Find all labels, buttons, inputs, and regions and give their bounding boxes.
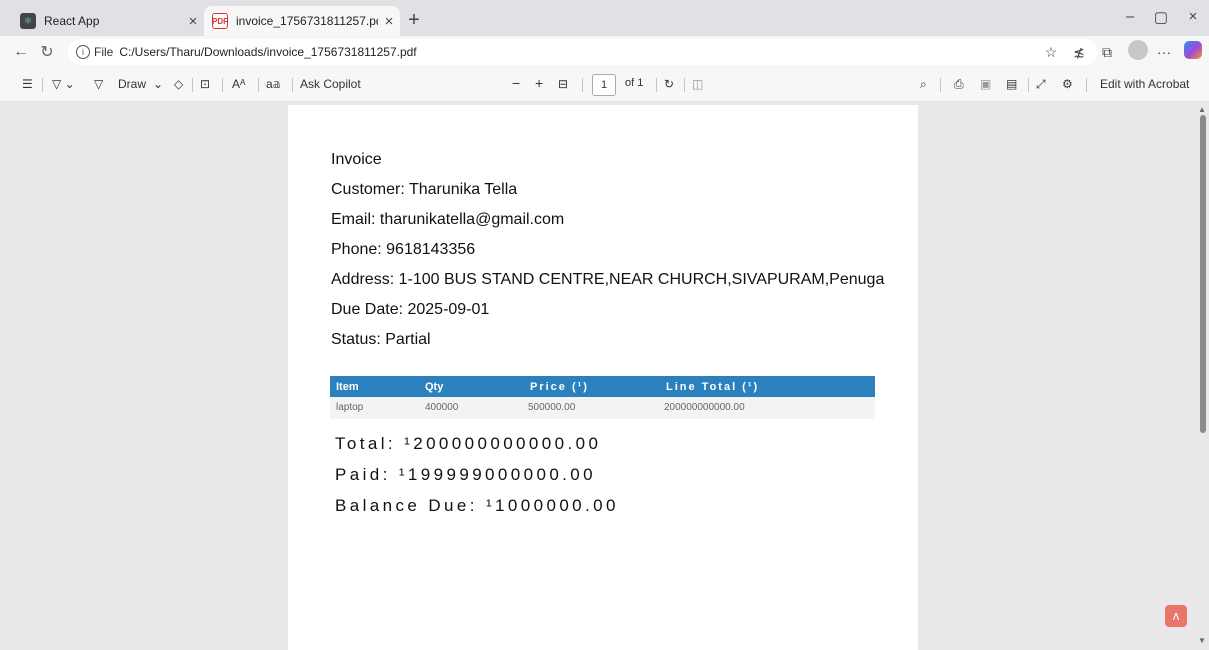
text-box-icon[interactable]: ⊡ bbox=[200, 77, 210, 91]
header-qty: Qty bbox=[425, 381, 444, 393]
maximize-button[interactable]: ▢ bbox=[1146, 8, 1176, 26]
ask-copilot-button[interactable]: Ask Copilot bbox=[300, 77, 361, 91]
scroll-thumb[interactable] bbox=[1200, 115, 1206, 433]
print-icon[interactable]: ⎙ bbox=[954, 77, 964, 92]
copilot-icon[interactable] bbox=[1184, 41, 1202, 59]
cell-item: laptop bbox=[336, 402, 364, 413]
contents-icon[interactable]: ☰ bbox=[22, 77, 33, 91]
favorites-icon[interactable]: ≴ bbox=[1068, 44, 1090, 61]
page-total: of 1 bbox=[625, 77, 644, 89]
scrollbar[interactable]: ▲ ▼ bbox=[1196, 103, 1209, 646]
file-label: File bbox=[94, 45, 114, 59]
cell-line-total: 200000000000.00 bbox=[664, 402, 745, 413]
pdf-toolbar: ☰ ▽ ⌄ ▽ Draw ⌄ ◇ ⊡ Aᴬ a𝕒 Ask Copilot − +… bbox=[0, 68, 1209, 102]
new-tab-button[interactable]: + bbox=[402, 9, 426, 33]
url-text: C:/Users/Tharu/Downloads/invoice_1756731… bbox=[119, 45, 417, 59]
zoom-in-button[interactable]: + bbox=[535, 75, 543, 91]
draw-icon[interactable]: ▽ bbox=[94, 77, 103, 91]
text-size-icon[interactable]: Aᴬ bbox=[232, 77, 245, 91]
close-tab-icon[interactable]: × bbox=[378, 13, 400, 30]
customer-line: Customer: Tharunika Tella bbox=[331, 181, 518, 198]
fit-page-icon[interactable]: ⊟ bbox=[558, 77, 568, 91]
star-icon[interactable]: ☆ bbox=[1040, 44, 1062, 61]
pdf-viewer[interactable]: Invoice Customer: Tharunika Tella Email:… bbox=[0, 103, 1209, 650]
header-item: Item bbox=[336, 381, 359, 393]
settings-icon[interactable]: ⚙ bbox=[1062, 77, 1073, 91]
back-icon[interactable]: ← bbox=[8, 43, 34, 61]
collections-icon[interactable]: ⧉ bbox=[1096, 44, 1118, 61]
rotate-icon[interactable]: ↻ bbox=[664, 77, 674, 91]
edit-with-acrobat-button[interactable]: Edit with Acrobat bbox=[1100, 77, 1189, 91]
cell-qty: 400000 bbox=[425, 402, 459, 413]
url-field[interactable]: i File C:/Users/Tharu/Downloads/invoice_… bbox=[68, 39, 1098, 65]
react-icon: ⚛ bbox=[20, 13, 36, 29]
save-icon[interactable]: ▣ bbox=[980, 77, 991, 91]
scroll-down-icon[interactable]: ▼ bbox=[1198, 636, 1206, 645]
header-price: Price (¹) bbox=[530, 381, 589, 393]
phone-line: Phone: 9618143356 bbox=[331, 241, 476, 258]
tab-invoice-pdf[interactable]: PDF invoice_1756731811257.pdf × bbox=[204, 6, 400, 36]
header-line-total: Line Total (¹) bbox=[666, 381, 760, 393]
pdf-page: Invoice Customer: Tharunika Tella Email:… bbox=[288, 105, 918, 650]
tab-react-app[interactable]: ⚛ React App × bbox=[8, 6, 204, 36]
total-line: Total: ¹200000000000.00 bbox=[335, 434, 602, 453]
email-line: Email: tharunikatella@gmail.com bbox=[331, 211, 565, 228]
due-date-line: Due Date: 2025-09-01 bbox=[331, 301, 490, 318]
page-view-icon[interactable]: ◫ bbox=[692, 77, 703, 91]
tab-title: invoice_1756731811257.pdf bbox=[236, 14, 378, 28]
address-line: Address: 1-100 BUS STAND CENTRE,NEAR CHU… bbox=[331, 271, 885, 288]
search-icon[interactable]: ⌕ bbox=[920, 77, 927, 92]
tab-title: React App bbox=[44, 14, 100, 28]
balance-line: Balance Due: ¹1000000.00 bbox=[335, 496, 619, 515]
scroll-up-icon[interactable]: ▲ bbox=[1198, 105, 1206, 114]
more-icon[interactable]: ··· bbox=[1153, 44, 1175, 60]
address-bar: ← ↻ i File C:/Users/Tharu/Downloads/invo… bbox=[0, 36, 1209, 68]
highlight-icon[interactable]: ▽ ⌄ bbox=[52, 77, 75, 91]
page-number-input[interactable]: 1 bbox=[592, 74, 616, 96]
eraser-icon[interactable]: ◇ bbox=[174, 77, 183, 91]
read-aloud-icon[interactable]: a𝕒 bbox=[266, 77, 281, 91]
invoice-heading: Invoice bbox=[331, 151, 382, 168]
acrobat-icon[interactable]: ᴧ bbox=[1165, 605, 1187, 627]
reload-icon[interactable]: ↻ bbox=[34, 42, 60, 62]
info-icon[interactable]: i bbox=[76, 45, 90, 59]
close-window-button[interactable]: × bbox=[1178, 8, 1208, 25]
table-header: Item Qty Price (¹) Line Total (¹) bbox=[330, 376, 875, 397]
tab-strip: ⚛ React App × PDF invoice_1756731811257.… bbox=[0, 0, 1209, 36]
paid-line: Paid: ¹199999000000.00 bbox=[335, 465, 597, 484]
zoom-out-button[interactable]: − bbox=[512, 75, 520, 91]
chevron-down-icon[interactable]: ⌄ bbox=[153, 77, 163, 91]
pdf-icon: PDF bbox=[212, 13, 228, 29]
minimize-button[interactable]: – bbox=[1115, 8, 1145, 25]
close-tab-icon[interactable]: × bbox=[182, 13, 204, 30]
save-as-icon[interactable]: ▤ bbox=[1006, 77, 1017, 91]
table-row: laptop 400000 500000.00 200000000000.00 bbox=[330, 397, 875, 419]
status-line: Status: Partial bbox=[331, 331, 431, 348]
cell-price: 500000.00 bbox=[528, 402, 576, 413]
draw-button[interactable]: Draw bbox=[118, 77, 146, 91]
fullscreen-icon[interactable]: ⤢ bbox=[1036, 77, 1046, 92]
avatar[interactable] bbox=[1128, 40, 1148, 60]
